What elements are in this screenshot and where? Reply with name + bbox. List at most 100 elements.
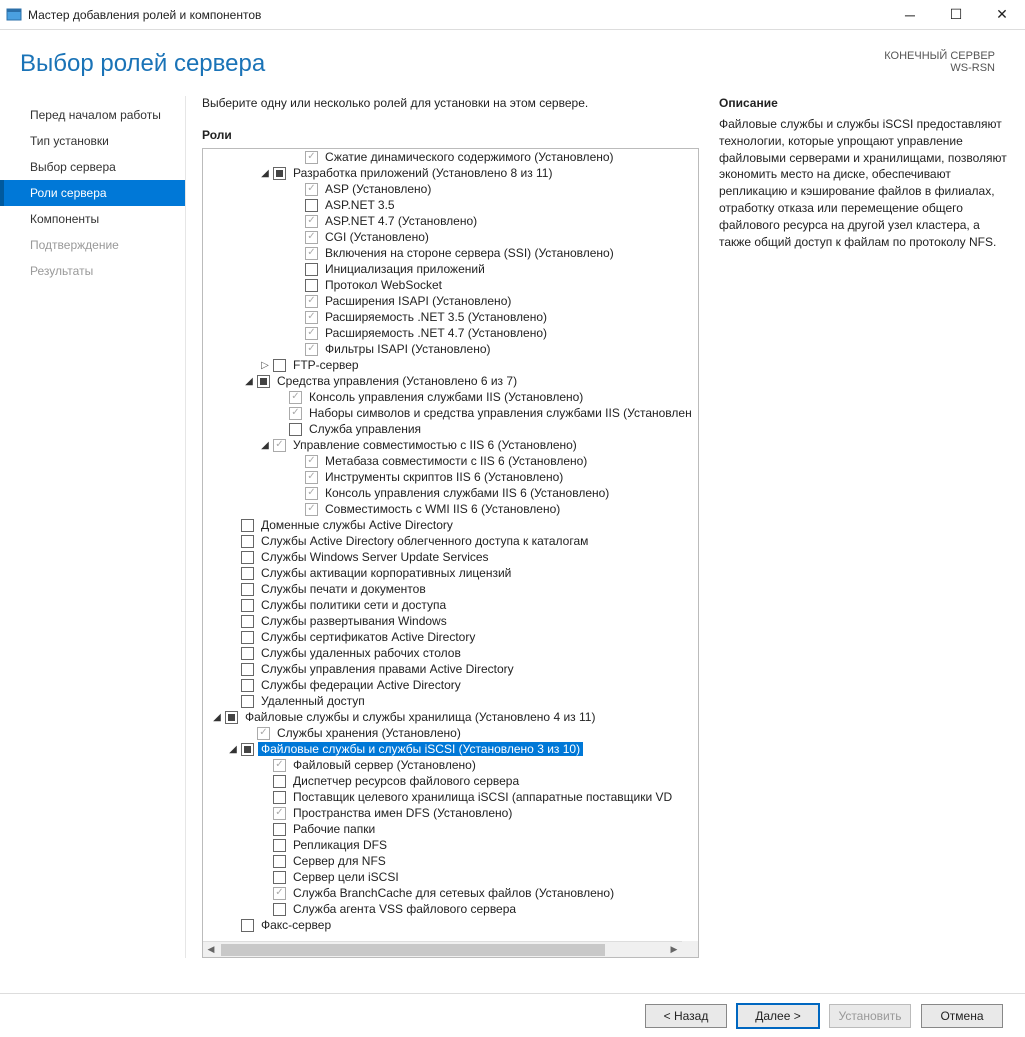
tree-row[interactable]: Протокол WebSocket — [203, 277, 698, 293]
checkbox[interactable] — [273, 871, 286, 884]
checkbox[interactable] — [305, 247, 318, 260]
checkbox[interactable] — [241, 615, 254, 628]
checkbox[interactable] — [305, 263, 318, 276]
checkbox[interactable] — [305, 215, 318, 228]
tree-row[interactable]: Служба агента VSS файлового сервера — [203, 901, 698, 917]
checkbox[interactable] — [289, 407, 302, 420]
tree-row[interactable]: Службы хранения (Установлено) — [203, 725, 698, 741]
checkbox[interactable] — [273, 775, 286, 788]
back-button[interactable]: < Назад — [645, 1004, 727, 1028]
checkbox[interactable] — [273, 823, 286, 836]
maximize-button[interactable]: ☐ — [933, 0, 979, 30]
tree-row[interactable]: Сжатие динамического содержимого (Устано… — [203, 149, 698, 165]
tree-row[interactable]: Службы федерации Active Directory — [203, 677, 698, 693]
checkbox[interactable] — [273, 167, 286, 180]
tree-row[interactable]: Службы политики сети и доступа — [203, 597, 698, 613]
collapse-icon[interactable]: ◢ — [211, 711, 223, 723]
checkbox[interactable] — [273, 887, 286, 900]
tree-row[interactable]: ASP (Установлено) — [203, 181, 698, 197]
tree-row[interactable]: Службы печати и документов — [203, 581, 698, 597]
tree-row[interactable]: Консоль управления службами IIS (Установ… — [203, 389, 698, 405]
collapse-icon[interactable]: ◢ — [259, 439, 271, 451]
checkbox[interactable] — [241, 919, 254, 932]
wizard-step[interactable]: Выбор сервера — [0, 154, 185, 180]
tree-row[interactable]: Службы управления правами Active Directo… — [203, 661, 698, 677]
tree-row[interactable]: Метабаза совместимости с IIS 6 (Установл… — [203, 453, 698, 469]
tree-row[interactable]: ◢Разработка приложений (Установлено 8 из… — [203, 165, 698, 181]
checkbox[interactable] — [241, 663, 254, 676]
tree-row[interactable]: Включения на стороне сервера (SSI) (Уста… — [203, 245, 698, 261]
checkbox[interactable] — [305, 231, 318, 244]
tree-row[interactable]: Расширяемость .NET 3.5 (Установлено) — [203, 309, 698, 325]
collapse-icon[interactable]: ◢ — [243, 375, 255, 387]
wizard-step[interactable]: Роли сервера — [0, 180, 185, 206]
checkbox[interactable] — [273, 759, 286, 772]
tree-row[interactable]: Совместимость с WMI IIS 6 (Установлено) — [203, 501, 698, 517]
checkbox[interactable] — [241, 583, 254, 596]
tree-row[interactable]: Фильтры ISAPI (Установлено) — [203, 341, 698, 357]
expand-icon[interactable]: ▷ — [259, 359, 271, 371]
tree-row[interactable]: Факс-сервер — [203, 917, 698, 933]
tree-row[interactable]: CGI (Установлено) — [203, 229, 698, 245]
tree-row[interactable]: Пространства имен DFS (Установлено) — [203, 805, 698, 821]
tree-row[interactable]: Файловый сервер (Установлено) — [203, 757, 698, 773]
collapse-icon[interactable]: ◢ — [259, 167, 271, 179]
scroll-thumb[interactable] — [221, 944, 605, 956]
tree-row[interactable]: ASP.NET 4.7 (Установлено) — [203, 213, 698, 229]
checkbox[interactable] — [289, 391, 302, 404]
checkbox[interactable] — [305, 151, 318, 164]
wizard-step[interactable]: Перед началом работы — [0, 102, 185, 128]
checkbox[interactable] — [241, 743, 254, 756]
checkbox[interactable] — [305, 343, 318, 356]
tree-row[interactable]: Службы активации корпоративных лицензий — [203, 565, 698, 581]
checkbox[interactable] — [305, 455, 318, 468]
tree-row[interactable]: Поставщик целевого хранилища iSCSI (аппа… — [203, 789, 698, 805]
checkbox[interactable] — [241, 695, 254, 708]
tree-row[interactable]: ◢Файловые службы и службы iSCSI (Установ… — [203, 741, 698, 757]
tree-row[interactable]: Инициализация приложений — [203, 261, 698, 277]
checkbox[interactable] — [241, 647, 254, 660]
checkbox[interactable] — [305, 471, 318, 484]
tree-row[interactable]: ▷FTP-сервер — [203, 357, 698, 373]
checkbox[interactable] — [241, 519, 254, 532]
tree-row[interactable]: Службы Windows Server Update Services — [203, 549, 698, 565]
checkbox[interactable] — [305, 311, 318, 324]
tree-row[interactable]: Репликация DFS — [203, 837, 698, 853]
tree-row[interactable]: Служба управления — [203, 421, 698, 437]
tree-row[interactable]: Службы Active Directory облегченного дос… — [203, 533, 698, 549]
checkbox[interactable] — [305, 199, 318, 212]
scroll-right-button[interactable]: ▶ — [666, 942, 682, 958]
checkbox[interactable] — [241, 567, 254, 580]
tree-row[interactable]: Инструменты скриптов IIS 6 (Установлено) — [203, 469, 698, 485]
collapse-icon[interactable]: ◢ — [227, 743, 239, 755]
tree-row[interactable]: Удаленный доступ — [203, 693, 698, 709]
checkbox[interactable] — [305, 327, 318, 340]
close-button[interactable]: ✕ — [979, 0, 1025, 30]
tree-row[interactable]: Наборы символов и средства управления сл… — [203, 405, 698, 421]
checkbox[interactable] — [273, 439, 286, 452]
checkbox[interactable] — [241, 631, 254, 644]
tree-row[interactable]: Службы удаленных рабочих столов — [203, 645, 698, 661]
cancel-button[interactable]: Отмена — [921, 1004, 1003, 1028]
checkbox[interactable] — [273, 903, 286, 916]
horizontal-scrollbar[interactable]: ◀ ▶ — [203, 941, 682, 957]
wizard-step[interactable]: Компоненты — [0, 206, 185, 232]
minimize-button[interactable]: ─ — [887, 0, 933, 30]
checkbox[interactable] — [305, 279, 318, 292]
tree-row[interactable]: Сервер цели iSCSI — [203, 869, 698, 885]
checkbox[interactable] — [273, 359, 286, 372]
tree-row[interactable]: Консоль управления службами IIS 6 (Устан… — [203, 485, 698, 501]
tree-row[interactable]: Расширяемость .NET 4.7 (Установлено) — [203, 325, 698, 341]
wizard-step[interactable]: Тип установки — [0, 128, 185, 154]
checkbox[interactable] — [273, 839, 286, 852]
next-button[interactable]: Далее > — [737, 1004, 819, 1028]
tree-row[interactable]: ◢Файловые службы и службы хранилища (Уст… — [203, 709, 698, 725]
checkbox[interactable] — [225, 711, 238, 724]
tree-row[interactable]: Расширения ISAPI (Установлено) — [203, 293, 698, 309]
checkbox[interactable] — [273, 855, 286, 868]
roles-tree-viewport[interactable]: Сжатие динамического содержимого (Устано… — [203, 149, 698, 941]
checkbox[interactable] — [241, 535, 254, 548]
checkbox[interactable] — [289, 423, 302, 436]
checkbox[interactable] — [273, 807, 286, 820]
scroll-left-button[interactable]: ◀ — [203, 942, 219, 958]
